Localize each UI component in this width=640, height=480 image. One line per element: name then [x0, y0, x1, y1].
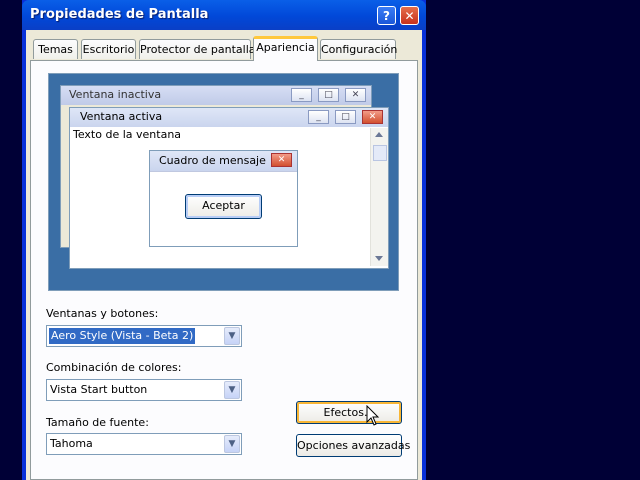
inactive-maximize-icon: □ — [318, 88, 339, 102]
scroll-thumb — [373, 145, 387, 161]
effects-button[interactable]: Efectos... — [296, 401, 402, 424]
chevron-down-icon[interactable]: ▼ — [224, 381, 240, 399]
help-button[interactable]: ? — [377, 6, 396, 25]
dialog-titlebar[interactable]: Propiedades de Pantalla ? ✕ — [22, 0, 426, 30]
font-size-select[interactable]: Tahoma ▼ — [46, 433, 242, 455]
advanced-options-button[interactable]: Opciones avanzadas — [296, 434, 410, 457]
tab-desktop[interactable]: Escritorio — [81, 39, 136, 59]
preview-accept-button: Aceptar — [185, 194, 262, 219]
preview-window-text: Texto de la ventana — [73, 128, 182, 141]
font-size-value: Tahoma — [50, 437, 93, 450]
inactive-minimize-icon: _ — [291, 88, 312, 102]
windows-buttons-value: Aero Style (Vista - Beta 2) — [49, 328, 196, 344]
tab-appearance[interactable]: Apariencia — [253, 36, 318, 61]
message-box-title: Cuadro de mensaje — [159, 154, 266, 167]
active-maximize-icon: □ — [335, 110, 356, 124]
mouse-pointer-icon — [366, 405, 380, 426]
scroll-down-icon — [375, 256, 383, 261]
windows-buttons-label: Ventanas y botones: — [46, 307, 159, 320]
scroll-up-icon — [375, 132, 383, 137]
chevron-down-icon[interactable]: ▼ — [224, 435, 240, 453]
preview-scrollbar — [370, 128, 388, 266]
color-scheme-label: Combinación de colores: — [46, 361, 182, 374]
font-size-label: Tamaño de fuente: — [46, 416, 149, 429]
message-box-titlebar: Cuadro de mensaje ✕ — [150, 151, 297, 172]
color-scheme-select[interactable]: Vista Start button ▼ — [46, 379, 242, 401]
tab-settings[interactable]: Configuración — [320, 39, 397, 59]
tab-screensaver[interactable]: Protector de pantalla — [139, 39, 256, 59]
active-minimize-icon: _ — [308, 110, 329, 124]
color-scheme-value: Vista Start button — [50, 383, 148, 396]
inactive-close-icon: ✕ — [345, 88, 366, 102]
chevron-down-icon[interactable]: ▼ — [224, 327, 240, 345]
dialog-title: Propiedades de Pantalla — [30, 7, 209, 22]
message-box-close-icon: ✕ — [271, 153, 292, 167]
windows-buttons-select[interactable]: Aero Style (Vista - Beta 2) ▼ — [46, 325, 242, 347]
tab-themes[interactable]: Temas — [33, 39, 78, 59]
close-button[interactable]: ✕ — [400, 6, 419, 25]
active-close-icon: ✕ — [362, 110, 383, 124]
